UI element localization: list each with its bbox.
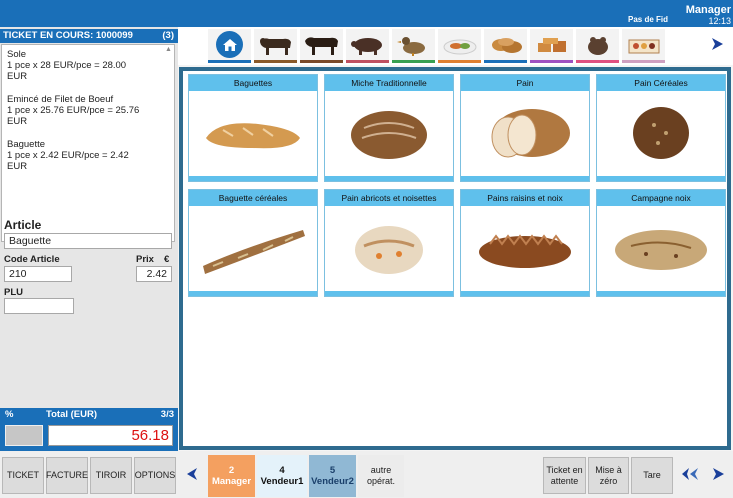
product-card[interactable]: Baguette céréales bbox=[188, 189, 318, 297]
code-article-label: Code Article bbox=[4, 254, 60, 265]
options-button[interactable]: OPTIONS bbox=[134, 457, 176, 494]
baguette-image bbox=[189, 91, 317, 175]
ticket-button[interactable]: TICKET bbox=[2, 457, 44, 494]
product-card[interactable]: Pain abricots et noisettes bbox=[324, 189, 454, 297]
bull-icon[interactable] bbox=[300, 29, 343, 63]
product-card[interactable]: Baguettes bbox=[188, 74, 318, 182]
ticket-scrollbar[interactable]: ▲ ▼ bbox=[163, 45, 174, 241]
duck-icon[interactable] bbox=[392, 29, 435, 63]
top-bar: Pas de Fid Manager 12:13 bbox=[0, 0, 733, 27]
next-category-icon[interactable] bbox=[710, 37, 724, 51]
left-panel: TICKET EN COURS: 1000099 (3) Sole 1 pce … bbox=[0, 27, 178, 451]
cow-icon[interactable] bbox=[254, 29, 297, 63]
vendor-manager-button[interactable]: 2 Manager bbox=[208, 455, 255, 497]
product-name: Baguettes bbox=[189, 75, 317, 91]
product-grid: Baguettes Miche Traditionnelle Pain Pain… bbox=[179, 67, 731, 450]
miche-image bbox=[325, 91, 453, 175]
ticket-line[interactable]: Emincé de Filet de Boeuf 1 pce x 25.76 E… bbox=[7, 94, 162, 127]
back-double-arrow-icon[interactable] bbox=[681, 467, 699, 484]
campagne-noix-image bbox=[597, 206, 725, 290]
product-card[interactable]: Campagne noix bbox=[596, 189, 726, 297]
previous-vendor-icon[interactable] bbox=[186, 467, 198, 484]
ticket-en-attente-button[interactable]: Ticket en attente bbox=[543, 457, 586, 494]
baguette-cereales-image bbox=[189, 206, 317, 290]
percent-label: % bbox=[5, 409, 14, 420]
prix-field[interactable]: 2.42 bbox=[136, 266, 172, 282]
total-header: % Total (EUR) 3/3 bbox=[0, 408, 178, 422]
discount-button[interactable] bbox=[5, 425, 43, 446]
product-name: Baguette céréales bbox=[189, 190, 317, 206]
product-card[interactable]: Pain bbox=[460, 74, 590, 182]
ticket-count: (3) bbox=[162, 30, 174, 41]
product-card[interactable]: Pains raisins et noix bbox=[460, 189, 590, 297]
current-user: Manager bbox=[685, 4, 731, 16]
article-field[interactable]: Baguette bbox=[4, 233, 172, 249]
total-area: 56.18 bbox=[0, 422, 178, 451]
pig-icon[interactable] bbox=[346, 29, 389, 63]
prepared-dish-icon[interactable] bbox=[438, 29, 481, 63]
product-name: Pain bbox=[461, 75, 589, 91]
category-bar bbox=[178, 27, 733, 65]
pain-abricots-image bbox=[325, 206, 453, 290]
facture-button[interactable]: FACTURE bbox=[46, 457, 88, 494]
vendor-vendeur1-button[interactable]: 4 Vendeur1 bbox=[257, 455, 307, 497]
prix-label: Prix bbox=[136, 254, 154, 265]
plu-field[interactable] bbox=[4, 298, 74, 314]
ticket-lines-panel[interactable]: Sole 1 pce x 28 EUR/pce = 28.00 EUR Emin… bbox=[1, 44, 175, 242]
product-name: Miche Traditionnelle bbox=[325, 75, 453, 91]
product-card[interactable]: Pain Céréales bbox=[596, 74, 726, 182]
code-article-field[interactable]: 210 bbox=[4, 266, 72, 282]
ticket-line[interactable]: Sole 1 pce x 28 EUR/pce = 28.00 EUR bbox=[7, 49, 162, 82]
gift-box-icon[interactable] bbox=[622, 29, 665, 63]
pain-cereales-image bbox=[597, 91, 725, 175]
product-name: Pains raisins et noix bbox=[461, 190, 589, 206]
tiroir-button[interactable]: TIROIR bbox=[90, 457, 132, 494]
next-arrow-icon[interactable] bbox=[711, 467, 725, 484]
pains-raisins-image bbox=[461, 206, 589, 290]
currency-label: € bbox=[164, 254, 170, 265]
article-label: Article bbox=[4, 218, 42, 232]
clock: 12:13 bbox=[708, 16, 731, 26]
ticket-title: TICKET EN COURS: 1000099 bbox=[3, 30, 133, 41]
main-panel: Baguettes Miche Traditionnelle Pain Pain… bbox=[178, 27, 733, 451]
product-card[interactable]: Miche Traditionnelle bbox=[324, 74, 454, 182]
product-name: Campagne noix bbox=[597, 190, 725, 206]
product-name: Pain Céréales bbox=[597, 75, 725, 91]
home-icon[interactable] bbox=[208, 29, 251, 63]
tare-button[interactable]: Tare bbox=[631, 457, 673, 494]
bottom-toolbar: TICKET FACTURE TIROIR OPTIONS 2 Manager … bbox=[0, 451, 733, 498]
pain-image bbox=[461, 91, 589, 175]
pastry-icon[interactable] bbox=[530, 29, 573, 63]
autre-operateur-button[interactable]: autre opérat. bbox=[358, 455, 404, 497]
product-name: Pain abricots et noisettes bbox=[325, 190, 453, 206]
cheese-icon[interactable] bbox=[576, 29, 619, 63]
plu-label: PLU bbox=[4, 287, 23, 298]
total-value: 56.18 bbox=[48, 425, 173, 446]
ticket-header: TICKET EN COURS: 1000099 (3) bbox=[0, 29, 178, 43]
ticket-line[interactable]: Baguette 1 pce x 2.42 EUR/pce = 2.42 EUR bbox=[7, 139, 162, 172]
vendor-vendeur2-button[interactable]: 5 Vendeur2 bbox=[309, 455, 356, 497]
bread-icon[interactable] bbox=[484, 29, 527, 63]
total-label: Total (EUR) bbox=[46, 409, 98, 420]
page-indicator: 3/3 bbox=[160, 409, 174, 420]
mise-a-zero-button[interactable]: Mise à zéro bbox=[588, 457, 629, 494]
fidelity-status: Pas de Fid bbox=[628, 15, 669, 24]
scroll-up-icon[interactable]: ▲ bbox=[165, 46, 172, 53]
